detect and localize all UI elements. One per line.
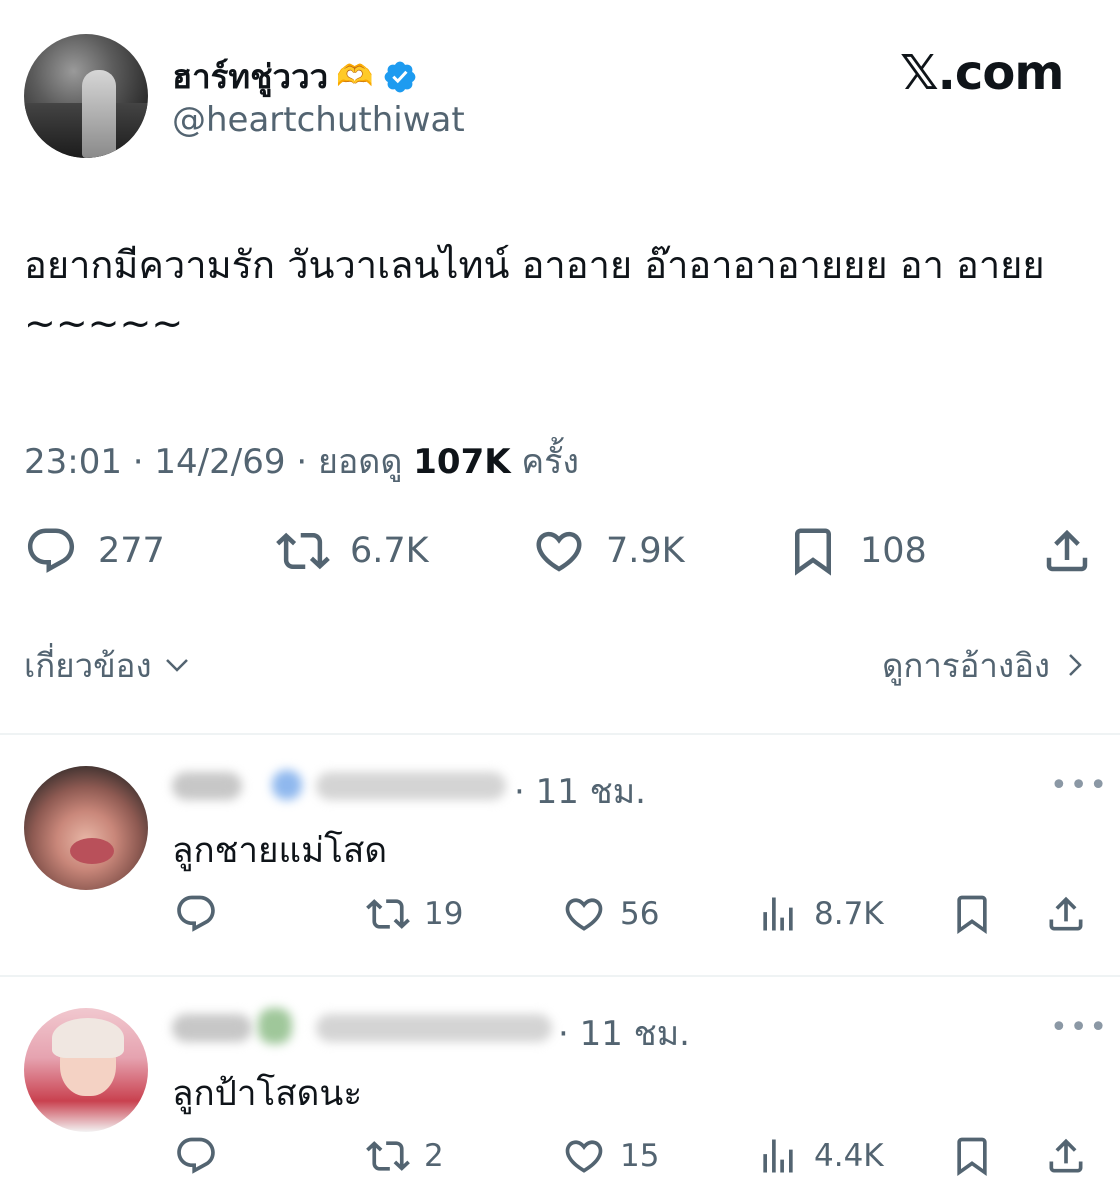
blurred-emoji bbox=[258, 1008, 292, 1044]
blurred-handle bbox=[316, 1014, 552, 1042]
repost-arrows-icon bbox=[366, 1141, 410, 1171]
like-count: 56 bbox=[620, 896, 660, 932]
reply-count: 277 bbox=[98, 531, 165, 571]
chevron-down-icon bbox=[165, 659, 188, 672]
x-com-logo: 𝕏.com bbox=[900, 45, 1064, 101]
author-display-name[interactable]: ฮาร์ทชู่ววว 🫶 bbox=[172, 50, 418, 103]
reply-bookmark-button[interactable] bbox=[950, 892, 994, 936]
blurred-display-name bbox=[172, 1014, 252, 1042]
view-quotes-link[interactable]: ดูการอ้างอิง bbox=[882, 639, 1090, 692]
reply-avatar[interactable] bbox=[24, 1008, 148, 1132]
meta-separator: · bbox=[296, 442, 308, 482]
divider bbox=[0, 733, 1120, 735]
blurred-handle bbox=[316, 772, 506, 800]
tweet-time[interactable]: 23:01 bbox=[24, 442, 122, 482]
chevron-right-icon bbox=[1069, 654, 1082, 676]
like-count: 7.9K bbox=[606, 531, 685, 571]
author-handle[interactable]: @heartchuthiwat bbox=[172, 100, 465, 140]
reply-reply-button[interactable] bbox=[174, 1134, 232, 1178]
reply-time[interactable]: · 11 ชม. bbox=[514, 764, 646, 818]
reply-share-button[interactable] bbox=[1044, 892, 1088, 936]
speech-bubble-icon bbox=[177, 1137, 215, 1174]
reply-repost-button[interactable]: 19 bbox=[366, 892, 463, 936]
divider bbox=[0, 975, 1120, 977]
avatar-figure bbox=[82, 70, 116, 158]
speech-bubble-icon bbox=[177, 895, 215, 932]
tweet-date[interactable]: 14/2/69 bbox=[154, 442, 285, 482]
share-button[interactable] bbox=[1040, 524, 1094, 578]
repost-button[interactable]: 6.7K bbox=[276, 524, 429, 578]
avatar-detail bbox=[52, 1018, 124, 1058]
like-count: 15 bbox=[620, 1138, 660, 1174]
repost-count: 2 bbox=[424, 1138, 444, 1174]
bookmark-icon bbox=[795, 528, 831, 576]
share-upload-icon bbox=[1049, 896, 1083, 931]
verified-badge-icon bbox=[384, 61, 415, 92]
bookmark-button[interactable]: 108 bbox=[786, 524, 927, 578]
more-dots-icon[interactable]: ••• bbox=[1050, 1010, 1109, 1045]
bar-chart-icon bbox=[763, 1139, 793, 1173]
reply-text: ลูกชายแม่โสด bbox=[172, 831, 388, 871]
more-dots-icon[interactable]: ••• bbox=[1050, 768, 1109, 803]
repost-arrows-icon bbox=[276, 532, 330, 570]
related-row: เกี่ยวข้อง ดูการอ้างอิง bbox=[24, 640, 1090, 690]
tweet-text: อยากมีความรัก วันวาเลนไทน์ อาอาย อ๊าอาอา… bbox=[24, 243, 1045, 345]
repost-count: 6.7K bbox=[350, 531, 429, 571]
blurred-display-name bbox=[172, 772, 242, 800]
reply-views-button[interactable]: 4.4K bbox=[756, 1134, 884, 1178]
reply-bookmark-button[interactable] bbox=[950, 1134, 994, 1178]
heart-icon bbox=[536, 531, 582, 572]
repost-count: 19 bbox=[424, 896, 464, 932]
views-suffix: ครั้ง bbox=[521, 442, 580, 482]
reply-button[interactable]: 277 bbox=[24, 524, 165, 578]
views-count: 4.4K bbox=[814, 1138, 884, 1174]
display-name-text: ฮาร์ทชู่ววว bbox=[172, 57, 329, 96]
reply-views-button[interactable]: 8.7K bbox=[756, 892, 884, 936]
bar-chart-icon bbox=[763, 897, 793, 931]
bookmark-icon bbox=[957, 1137, 987, 1177]
related-label: เกี่ยวข้อง bbox=[24, 645, 152, 685]
meta-separator: · bbox=[132, 442, 144, 482]
bookmark-count: 108 bbox=[860, 531, 927, 571]
reply-repost-button[interactable]: 2 bbox=[366, 1134, 444, 1178]
views-count: 107K bbox=[413, 442, 511, 482]
share-upload-icon bbox=[1049, 1138, 1083, 1173]
heart-icon bbox=[565, 1140, 603, 1173]
views-count: 8.7K bbox=[814, 896, 884, 932]
tweet-meta: 23:01 · 14/2/69 · ยอดดู 107K ครั้ง bbox=[24, 434, 579, 488]
related-dropdown[interactable]: เกี่ยวข้อง bbox=[24, 639, 192, 692]
author-avatar[interactable] bbox=[24, 34, 148, 158]
speech-bubble-icon bbox=[27, 528, 75, 573]
views-label: ยอดดู bbox=[317, 442, 403, 482]
heart-icon bbox=[565, 898, 603, 931]
like-button[interactable]: 7.9K bbox=[532, 524, 685, 578]
reply-text: ลูกป้าโสดนะ bbox=[172, 1074, 363, 1114]
view-quotes-label: ดูการอ้างอิง bbox=[881, 645, 1050, 685]
repost-arrows-icon bbox=[366, 899, 410, 929]
blurred-verified-badge bbox=[272, 770, 302, 800]
reply-like-button[interactable]: 56 bbox=[562, 892, 659, 936]
avatar-detail bbox=[70, 838, 114, 864]
reply-avatar[interactable] bbox=[24, 766, 148, 890]
reply-like-button[interactable]: 15 bbox=[562, 1134, 659, 1178]
bookmark-icon bbox=[957, 895, 987, 935]
heart-hands-emoji: 🫶 bbox=[336, 59, 374, 94]
reply-time[interactable]: · 11 ชม. bbox=[558, 1006, 690, 1060]
reply-reply-button[interactable] bbox=[174, 892, 232, 936]
share-upload-icon bbox=[1046, 529, 1088, 572]
reply-share-button[interactable] bbox=[1044, 1134, 1088, 1178]
